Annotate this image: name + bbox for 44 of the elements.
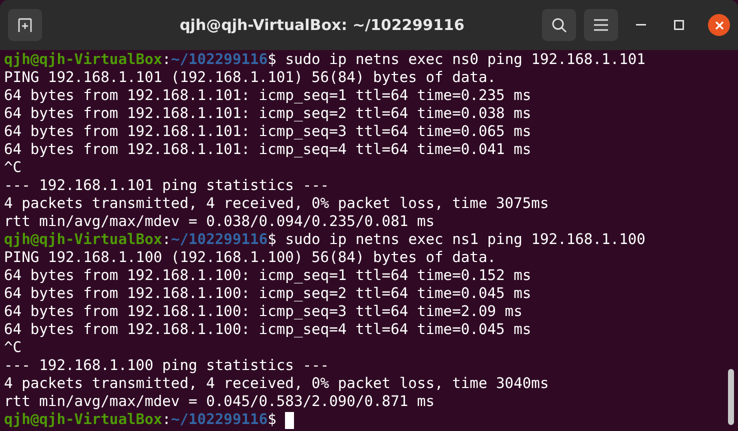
output-line: 64 bytes from 192.168.1.100: icmp_seq=4 ttl=64 time=0.045 ms xyxy=(4,321,532,339)
maximize-icon xyxy=(674,20,684,30)
output-line: 64 bytes from 192.168.1.101: icmp_seq=4 ttl=64 time=0.041 ms xyxy=(4,141,532,159)
output-line: 64 bytes from 192.168.1.101: icmp_seq=2 ttl=64 time=0.038 ms xyxy=(4,105,532,123)
output-line: PING 192.168.1.100 (192.168.1.100) 56(84) bytes of data. xyxy=(4,249,496,267)
prompt-path: ~/102299116 xyxy=(170,231,268,249)
window-title: qjh@qjh-VirtualBox: ~/102299116 xyxy=(178,16,466,34)
command-text: sudo ip netns exec ns1 ping 192.168.1.100 xyxy=(284,231,646,249)
menu-icon xyxy=(594,19,608,31)
prompt-separator: : xyxy=(162,411,171,429)
scrollbar-thumb[interactable] xyxy=(728,369,734,425)
menu-button[interactable] xyxy=(584,9,618,41)
output-line: 64 bytes from 192.168.1.101: icmp_seq=1 ttl=64 time=0.235 ms xyxy=(4,87,532,105)
prompt-symbol: $ xyxy=(268,51,276,69)
search-icon xyxy=(551,17,567,33)
prompt-path: ~/102299116 xyxy=(170,51,268,69)
output-line: rtt min/avg/max/mdev = 0.045/0.583/2.090/0.871 ms xyxy=(4,393,435,411)
output-line: 4 packets transmitted, 4 received, 0% packet loss, time 3075ms xyxy=(4,195,549,213)
output-line: ^C xyxy=(4,159,22,177)
output-line: ^C xyxy=(4,339,22,357)
output-line: rtt min/avg/max/mdev = 0.038/0.094/0.235/0.081 ms xyxy=(4,213,435,231)
output-line: PING 192.168.1.101 (192.168.1.101) 56(84) bytes of data. xyxy=(4,69,496,87)
prompt-host: qjh@qjh-VirtualBox xyxy=(4,231,162,249)
output-line: --- 192.168.1.100 ping statistics --- xyxy=(4,357,330,375)
minimize-icon xyxy=(636,24,646,26)
prompt-separator: : xyxy=(162,231,171,249)
new-tab-button[interactable] xyxy=(8,9,42,41)
prompt-symbol: $ xyxy=(268,411,276,429)
output-line: 64 bytes from 192.168.1.100: icmp_seq=1 ttl=64 time=0.152 ms xyxy=(4,267,532,285)
output-line: --- 192.168.1.101 ping statistics --- xyxy=(4,177,330,195)
prompt-symbol: $ xyxy=(268,231,276,249)
close-icon xyxy=(714,20,724,30)
search-button[interactable] xyxy=(542,9,576,41)
command-text: sudo ip netns exec ns0 ping 192.168.1.101 xyxy=(284,51,646,69)
output-line: 4 packets transmitted, 4 received, 0% packet loss, time 3040ms xyxy=(4,375,549,393)
prompt-path: ~/102299116 xyxy=(170,411,268,429)
close-button[interactable] xyxy=(708,14,730,36)
new-tab-icon xyxy=(17,17,33,33)
output-line: 64 bytes from 192.168.1.100: icmp_seq=2 ttl=64 time=0.045 ms xyxy=(4,285,532,303)
prompt-host: qjh@qjh-VirtualBox xyxy=(4,51,162,69)
output-line: 64 bytes from 192.168.1.100: icmp_seq=3 ttl=64 time=2.09 ms xyxy=(4,303,522,321)
prompt-host: qjh@qjh-VirtualBox xyxy=(4,411,162,429)
output-line: 64 bytes from 192.168.1.101: icmp_seq=3 ttl=64 time=0.065 ms xyxy=(4,123,532,141)
prompt-separator: : xyxy=(162,51,171,69)
